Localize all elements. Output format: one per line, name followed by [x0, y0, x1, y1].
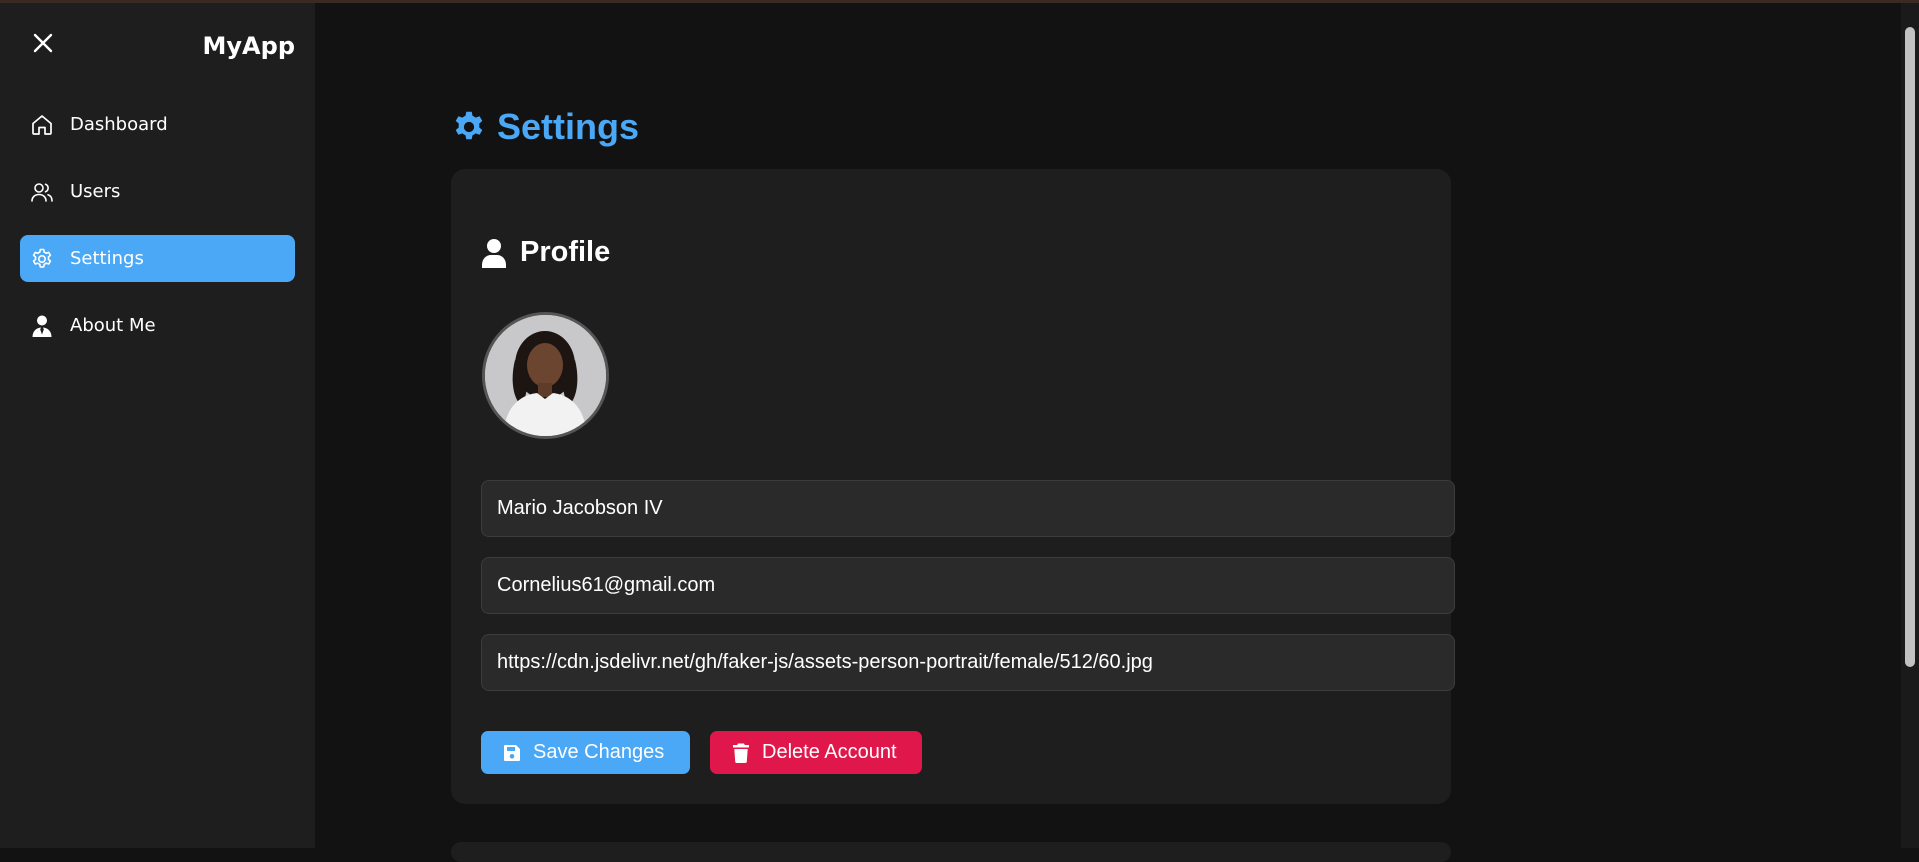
close-icon — [33, 33, 53, 53]
sidebar-item-label: About Me — [70, 315, 156, 336]
delete-account-button[interactable]: Delete Account — [710, 731, 922, 774]
gear-icon — [451, 109, 487, 145]
page-title: Settings — [451, 106, 639, 148]
sidebar: MyApp Dashboard Users Settings About Me — [0, 3, 315, 848]
close-sidebar-button[interactable] — [28, 28, 58, 58]
gear-icon — [30, 247, 54, 271]
user-tie-icon — [30, 314, 54, 338]
save-changes-label: Save Changes — [533, 741, 665, 763]
save-changes-button[interactable]: Save Changes — [481, 731, 690, 774]
floppy-disk-icon — [503, 743, 521, 763]
sidebar-item-label: Dashboard — [70, 114, 168, 135]
next-card — [451, 842, 1451, 862]
sidebar-item-label: Users — [70, 181, 121, 202]
sidebar-item-label: Settings — [70, 248, 144, 269]
scrollbar-thumb[interactable] — [1905, 27, 1915, 667]
name-field[interactable] — [481, 480, 1455, 537]
app-title: MyApp — [202, 32, 295, 60]
vertical-scrollbar[interactable] — [1901, 3, 1919, 848]
trash-icon — [732, 743, 750, 763]
users-icon — [30, 180, 54, 204]
page-title-text: Settings — [497, 106, 640, 147]
user-icon — [481, 238, 509, 268]
email-field[interactable] — [481, 557, 1455, 614]
sidebar-nav: Dashboard Users Settings About Me — [20, 101, 295, 369]
delete-account-label: Delete Account — [762, 741, 897, 763]
sidebar-item-settings[interactable]: Settings — [20, 235, 295, 282]
avatar — [482, 312, 609, 439]
avatar-url-field[interactable] — [481, 634, 1455, 691]
home-icon — [30, 113, 54, 137]
profile-card: Profile Save Changes — [451, 169, 1455, 804]
sidebar-item-dashboard[interactable]: Dashboard — [20, 101, 295, 148]
sidebar-item-about-me[interactable]: About Me — [20, 302, 295, 349]
profile-section-title: Profile — [481, 236, 610, 269]
sidebar-item-users[interactable]: Users — [20, 168, 295, 215]
profile-section-label: Profile — [520, 236, 611, 268]
